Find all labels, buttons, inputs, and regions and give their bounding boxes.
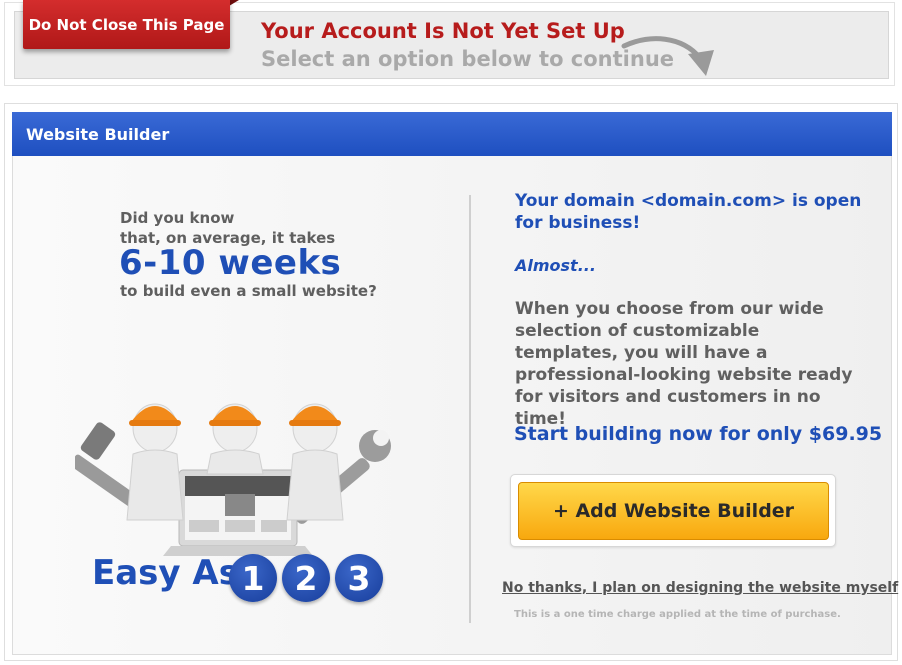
construction-workers-illustration [75, 403, 391, 556]
account-status-subtitle: Select an option below to continue [261, 47, 675, 71]
domain-open-message: Your domain <domain.com> is open for bus… [515, 191, 862, 233]
decline-website-builder-link[interactable]: No thanks, I plan on designing the websi… [502, 580, 898, 596]
worker-right [286, 403, 344, 521]
tab-fold [229, 0, 239, 6]
almost-text: Almost... [515, 256, 596, 275]
account-status-title: Your Account Is Not Yet Set Up [261, 19, 625, 43]
column-divider [469, 195, 471, 623]
weeks-highlight: 6-10 weeks [119, 243, 342, 283]
worker-center [206, 403, 264, 475]
do-not-close-tab: Do Not Close This Page [23, 0, 230, 49]
step-3-badge: 3 [335, 554, 383, 602]
step-1-badge: 1 [229, 554, 277, 602]
panel-header: Website Builder [12, 112, 892, 156]
worker-left [126, 403, 184, 521]
build-website-text: to build even a small website? [120, 282, 377, 300]
price-callout: Start building now for only $69.95 [514, 423, 883, 445]
template-description: When you choose from our wide selection … [515, 299, 853, 429]
charge-fine-print: This is a one time charge applied at the… [514, 609, 841, 620]
step-2-badge: 2 [282, 554, 330, 602]
add-website-builder-button[interactable]: + Add Website Builder [518, 482, 829, 540]
did-you-know-text: Did you know [120, 209, 235, 227]
curved-arrow-icon [621, 36, 714, 76]
easy-as-text: Easy As [92, 553, 239, 593]
